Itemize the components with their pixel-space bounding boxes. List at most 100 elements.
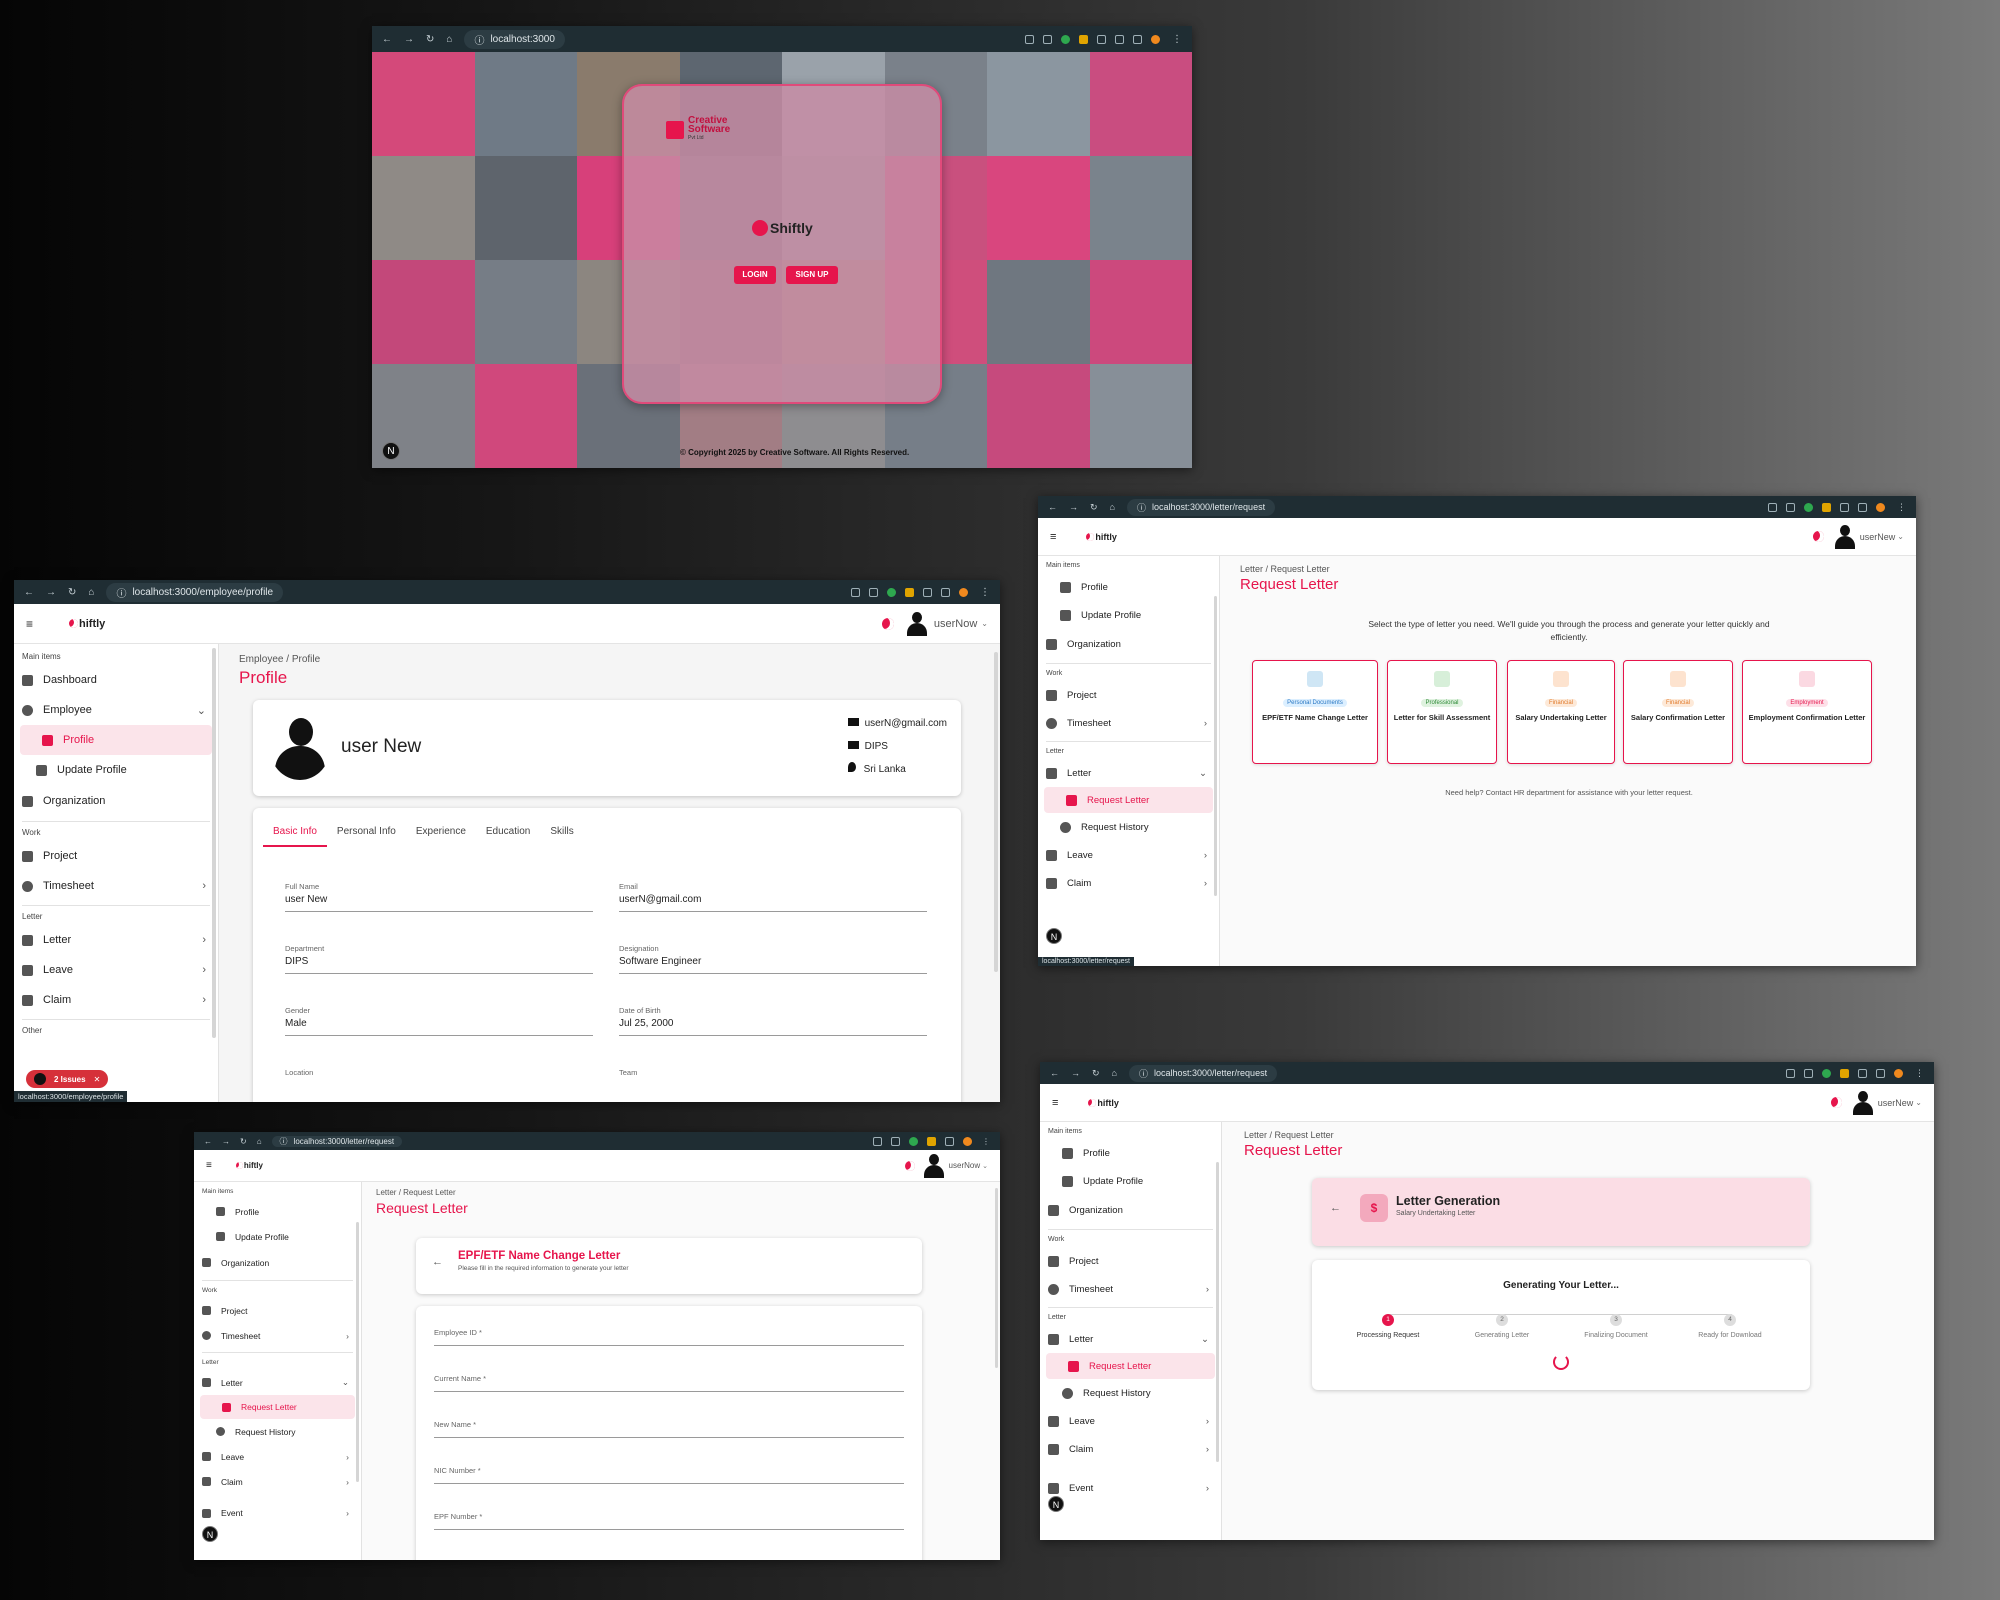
sidebar-item-project[interactable]: Project	[1040, 1247, 1221, 1275]
sidebar-item-letter[interactable]: Letter ⌄	[1040, 1325, 1221, 1353]
back-icon[interactable]: ←	[1048, 502, 1057, 512]
tab-skills[interactable]: Skills	[540, 826, 583, 847]
sidebar-scrollbar[interactable]	[1216, 1162, 1219, 1462]
address-bar[interactable]: ⓘ localhost:3000/letter/request	[271, 1135, 403, 1147]
sidebar-item-project[interactable]: Project	[14, 841, 218, 871]
back-arrow-icon[interactable]: ←	[432, 1256, 443, 1268]
theme-toggle-icon[interactable]	[904, 1160, 915, 1171]
key-icon[interactable]	[851, 587, 860, 597]
forward-icon[interactable]: →	[46, 587, 56, 598]
sidebar-item-letter[interactable]: Letter ⌄	[1038, 759, 1219, 787]
menu-icon[interactable]: ⋮	[982, 1137, 990, 1146]
site-info-icon[interactable]: ⓘ	[280, 1136, 288, 1147]
sidebar-item-organization[interactable]: Organization	[14, 785, 218, 817]
close-icon[interactable]: ✕	[94, 1075, 101, 1084]
extension-icon[interactable]	[909, 1136, 918, 1146]
star-icon[interactable]	[1804, 1068, 1813, 1078]
sidebar-item-claim[interactable]: Claim ›	[1038, 869, 1219, 897]
back-icon[interactable]: ←	[1050, 1068, 1059, 1078]
key-icon[interactable]	[873, 1136, 882, 1146]
extension-icon[interactable]	[941, 587, 950, 597]
theme-toggle-icon[interactable]	[1812, 531, 1824, 542]
extension-icon[interactable]	[1133, 34, 1142, 44]
back-icon[interactable]: ←	[204, 1137, 212, 1146]
sidebar-item-profile[interactable]: Profile	[1038, 573, 1219, 601]
key-icon[interactable]	[1768, 502, 1777, 512]
tab-education[interactable]: Education	[476, 826, 540, 847]
address-bar[interactable]: ⓘ localhost:3000	[464, 29, 565, 49]
sidebar-item-leave[interactable]: Leave ›	[1040, 1407, 1221, 1435]
back-arrow-icon[interactable]: ←	[1330, 1202, 1341, 1214]
chevron-down-icon[interactable]: ⌄	[982, 1162, 988, 1170]
main-scrollbar[interactable]	[995, 1188, 998, 1368]
current-name-input[interactable]: Current Name *	[434, 1374, 904, 1392]
reload-icon[interactable]: ↻	[240, 1137, 247, 1146]
home-icon[interactable]: ⌂	[88, 587, 94, 598]
site-info-icon[interactable]: ⓘ	[116, 585, 126, 600]
sidebar-item-claim[interactable]: Claim ›	[1040, 1435, 1221, 1463]
extension-icon[interactable]	[1804, 502, 1813, 512]
login-button[interactable]: LOGIN	[734, 266, 776, 284]
sidebar-item-project[interactable]: Project	[194, 1298, 361, 1323]
forward-icon[interactable]: →	[404, 34, 414, 45]
letter-tile-employment-confirmation[interactable]: Employment Employment Confirmation Lette…	[1742, 660, 1872, 764]
sidebar-item-claim[interactable]: Claim ›	[194, 1469, 361, 1494]
menu-icon[interactable]: ⋮	[1172, 34, 1182, 45]
sidebar-item-update-profile[interactable]: Update Profile	[194, 1224, 361, 1249]
next-dev-badge[interactable]: N	[382, 442, 400, 460]
address-bar[interactable]: ⓘ localhost:3000/letter/request	[1128, 1064, 1278, 1082]
extension-icon[interactable]	[1858, 1068, 1867, 1078]
username[interactable]: userNew	[1878, 1098, 1914, 1108]
menu-collapse-icon[interactable]: ≡	[206, 1160, 212, 1171]
username[interactable]: userNow	[949, 1161, 981, 1170]
avatar[interactable]	[1834, 524, 1856, 549]
home-icon[interactable]: ⌂	[1112, 1068, 1117, 1078]
sidebar-item-event[interactable]: Event ›	[1040, 1477, 1221, 1499]
back-icon[interactable]: ←	[382, 34, 392, 45]
sidebar-item-profile[interactable]: Profile	[20, 725, 212, 755]
menu-collapse-icon[interactable]: ≡	[1050, 531, 1056, 543]
sidebar-item-profile[interactable]: Profile	[1040, 1139, 1221, 1167]
chevron-down-icon[interactable]: ⌄	[981, 619, 988, 628]
extension-icon[interactable]	[923, 587, 932, 597]
sidebar-item-update-profile[interactable]: Update Profile	[1040, 1167, 1221, 1195]
next-dev-badge[interactable]: N	[1048, 1496, 1064, 1512]
tab-basic-info[interactable]: Basic Info	[263, 826, 327, 847]
tab-personal-info[interactable]: Personal Info	[327, 826, 406, 847]
profile-icon[interactable]	[1151, 34, 1160, 44]
site-info-icon[interactable]: ⓘ	[1139, 1067, 1148, 1080]
sidebar-item-update-profile[interactable]: Update Profile	[14, 755, 218, 785]
profile-icon[interactable]	[1876, 502, 1885, 512]
site-info-icon[interactable]: ⓘ	[1137, 501, 1146, 514]
menu-collapse-icon[interactable]: ≡	[26, 617, 33, 631]
signup-button[interactable]: SIGN UP	[786, 266, 838, 284]
sidebar-item-profile[interactable]: Profile	[194, 1199, 361, 1224]
menu-icon[interactable]: ⋮	[1915, 1068, 1924, 1079]
sidebar-item-leave[interactable]: Leave ›	[14, 955, 218, 985]
extension-icon[interactable]	[905, 587, 914, 597]
sidebar-scrollbar[interactable]	[212, 648, 216, 1038]
main-scrollbar[interactable]	[994, 652, 998, 972]
avatar[interactable]	[923, 1153, 945, 1178]
extension-icon[interactable]	[1079, 34, 1088, 44]
address-bar[interactable]: ⓘ localhost:3000/letter/request	[1126, 498, 1276, 516]
new-name-input[interactable]: New Name *	[434, 1420, 904, 1438]
extension-icon[interactable]	[1822, 502, 1831, 512]
epf-number-input[interactable]: EPF Number *	[434, 1512, 904, 1530]
sidebar-item-organization[interactable]: Organization	[1040, 1195, 1221, 1225]
username[interactable]: userNow	[934, 618, 977, 630]
avatar[interactable]	[906, 611, 928, 636]
extension-icon[interactable]	[1840, 1068, 1849, 1078]
home-icon[interactable]: ⌂	[257, 1137, 262, 1146]
next-dev-badge[interactable]: N	[202, 1526, 218, 1542]
star-icon[interactable]	[891, 1136, 900, 1146]
key-icon[interactable]	[1025, 34, 1034, 44]
sidebar-item-organization[interactable]: Organization	[194, 1249, 361, 1276]
star-icon[interactable]	[1043, 34, 1052, 44]
tab-experience[interactable]: Experience	[406, 826, 476, 847]
back-icon[interactable]: ←	[24, 587, 34, 598]
extension-icon[interactable]	[1822, 1068, 1831, 1078]
extension-icon[interactable]	[1097, 34, 1106, 44]
sidebar-item-request-history[interactable]: Request History	[194, 1419, 361, 1444]
forward-icon[interactable]: →	[222, 1137, 230, 1146]
